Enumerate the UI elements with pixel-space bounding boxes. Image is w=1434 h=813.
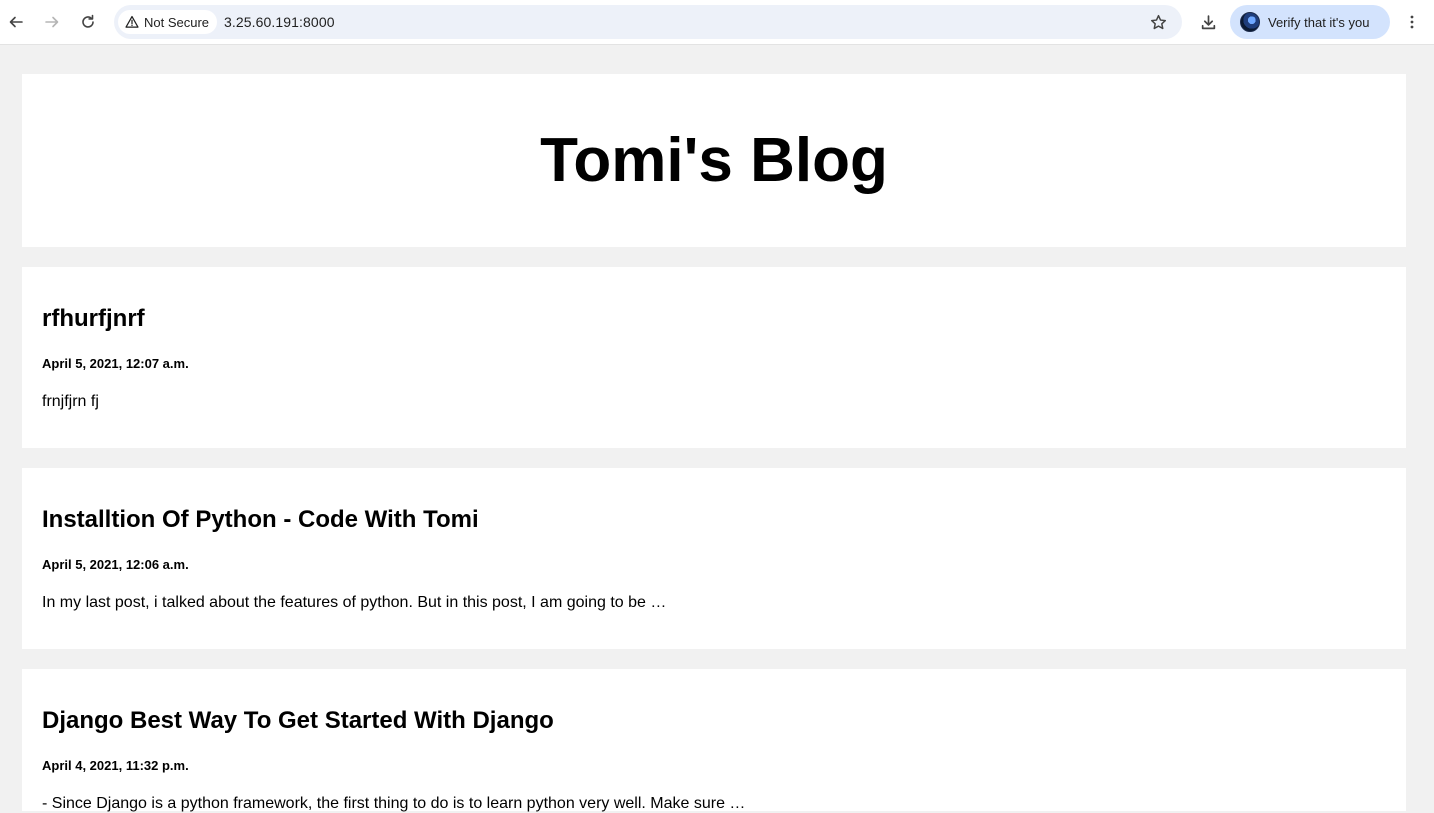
address-bar[interactable]: Not Secure 3.25.60.191:8000: [114, 5, 1182, 39]
blog-title[interactable]: Tomi's Blog: [22, 126, 1406, 195]
blog-header: Tomi's Blog: [22, 74, 1406, 247]
arrow-right-icon: [45, 16, 59, 28]
downloads-button[interactable]: [1196, 10, 1220, 34]
post-excerpt: In my last post, i talked about the feat…: [42, 594, 667, 611]
security-chip[interactable]: Not Secure: [118, 10, 218, 34]
reload-button[interactable]: [76, 10, 100, 34]
post-date: April 5, 2021, 12:07 a.m.: [42, 356, 189, 371]
warning-icon: [125, 15, 139, 28]
post-title[interactable]: rfhurfjnrf: [42, 305, 145, 333]
verify-identity-button[interactable]: Verify that it's you: [1230, 5, 1390, 39]
post-excerpt: frnjfjrn fj: [42, 393, 99, 410]
browser-toolbar: Not Secure 3.25.60.191:8000 Verify that …: [0, 0, 1434, 45]
bookmark-button[interactable]: [1146, 10, 1170, 34]
post-card: Installtion Of Python - Code With Tomi A…: [22, 468, 1406, 649]
post-date: April 5, 2021, 12:06 a.m.: [42, 557, 189, 572]
more-vertical-icon: [1410, 15, 1414, 29]
back-button[interactable]: [4, 10, 28, 34]
post-title[interactable]: Django Best Way To Get Started With Djan…: [42, 707, 554, 735]
post-title[interactable]: Installtion Of Python - Code With Tomi: [42, 506, 479, 534]
download-icon: [1201, 14, 1215, 29]
forward-button[interactable]: [40, 10, 64, 34]
post-date: April 4, 2021, 11:32 p.m.: [42, 758, 189, 773]
arrow-left-icon: [9, 16, 23, 28]
browser-menu-button[interactable]: [1400, 10, 1424, 34]
url-text[interactable]: 3.25.60.191:8000: [224, 14, 335, 30]
post-card: rfhurfjnrf April 5, 2021, 12:07 a.m. frn…: [22, 267, 1406, 448]
star-icon: [1150, 14, 1166, 29]
profile-avatar: [1240, 12, 1260, 32]
reload-icon: [82, 14, 94, 28]
post-excerpt: - Since Django is a python framework, th…: [42, 795, 746, 812]
verify-label: Verify that it's you: [1268, 14, 1370, 30]
security-label: Not Secure: [144, 14, 210, 30]
post-card: Django Best Way To Get Started With Djan…: [22, 669, 1406, 812]
